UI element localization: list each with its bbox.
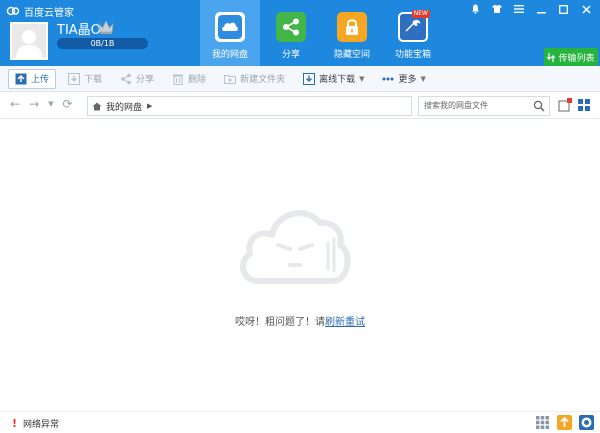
upgrade-icon[interactable] <box>557 415 572 430</box>
breadcrumb-path[interactable]: 我的网盘 <box>106 100 142 113</box>
maximize-icon[interactable] <box>552 1 574 17</box>
forward-arrow-icon[interactable]: → <box>29 97 39 111</box>
apps-grid-icon[interactable] <box>535 415 550 430</box>
history-dropdown-icon[interactable]: ▼ <box>48 100 53 108</box>
new-item-icon[interactable] <box>558 98 572 112</box>
lock-icon <box>337 12 367 42</box>
network-status-text: 网络异常 <box>23 417 59 430</box>
speed-meter-icon[interactable] <box>579 415 594 430</box>
error-message: 哎呀！粗问题了！请刷新重试 <box>0 313 600 328</box>
back-arrow-icon[interactable]: ← <box>10 97 20 111</box>
menu-icon[interactable] <box>508 1 530 17</box>
view-toggles <box>558 98 596 112</box>
refresh-retry-link[interactable]: 刷新重试 <box>325 317 365 328</box>
offline-download-label: 离线下载 <box>319 72 355 85</box>
new-folder-label: 新建文件夹 <box>240 72 285 85</box>
transfer-icon <box>547 53 555 62</box>
toolbar: 上传 下载 分享 删除 新建文件夹 离线下载 ▼ 更多 ▼ <box>0 66 600 92</box>
upload-label: 上传 <box>31 72 49 85</box>
breadcrumb[interactable]: 我的网盘 ▶ <box>87 96 412 116</box>
share-icon <box>276 12 306 42</box>
share-button[interactable]: 分享 <box>114 69 160 89</box>
search-icon[interactable] <box>533 100 545 112</box>
vip-crown-icon[interactable] <box>97 19 115 35</box>
status-bar-icons <box>528 415 594 430</box>
avatar[interactable] <box>10 22 48 60</box>
sad-cloud-icon <box>236 199 354 285</box>
warning-icon: ! <box>12 417 17 430</box>
status-bar: ! 网络异常 <box>0 411 600 433</box>
search-input[interactable]: 搜索我的网盘文件 <box>418 96 550 116</box>
window-controls <box>464 1 598 17</box>
share-label: 分享 <box>136 72 154 85</box>
delete-label: 删除 <box>188 72 206 85</box>
app-title-text: 百度云管家 <box>24 4 74 19</box>
chevron-down-icon: ▼ <box>421 75 426 83</box>
trash-icon <box>172 73 184 85</box>
tab-share[interactable]: 分享 <box>261 0 321 66</box>
tab-my-drive-label: 我的网盘 <box>212 47 248 60</box>
delete-button[interactable]: 删除 <box>166 69 212 89</box>
tab-my-drive[interactable]: 我的网盘 <box>200 0 260 66</box>
bell-icon[interactable] <box>464 1 486 17</box>
error-text: 哎呀！粗问题了！请 <box>235 317 325 328</box>
minimize-icon[interactable] <box>530 1 552 17</box>
skin-icon[interactable] <box>486 1 508 17</box>
username[interactable]: TIA晶O <box>57 19 101 38</box>
cloud-drive-icon <box>215 12 245 42</box>
offline-download-icon <box>303 73 315 85</box>
download-icon <box>68 73 80 85</box>
download-label: 下载 <box>84 72 102 85</box>
history-nav: ← → ▼ ⟳ <box>10 97 82 111</box>
tab-hidden-space-label: 隐藏空间 <box>334 47 370 60</box>
new-folder-button[interactable]: 新建文件夹 <box>218 69 291 89</box>
storage-usage-bar: 0B/1B <box>57 38 148 49</box>
more-button[interactable]: 更多 ▼ <box>376 69 431 89</box>
new-badge: NEW <box>412 10 430 18</box>
new-folder-icon <box>224 73 236 85</box>
refresh-icon[interactable]: ⟳ <box>63 97 73 111</box>
home-icon <box>92 102 102 111</box>
address-row: ← → ▼ ⟳ 我的网盘 ▶ 搜索我的网盘文件 <box>0 93 600 119</box>
header-bar: 百度云管家 TIA晶O 0B/1B <box>0 0 600 66</box>
tab-toolbox-label: 功能宝箱 <box>395 47 431 60</box>
breadcrumb-arrow-icon[interactable]: ▶ <box>147 102 152 110</box>
network-status[interactable]: ! 网络异常 <box>12 417 59 430</box>
toolbox-icon: NEW <box>398 12 428 42</box>
upload-icon <box>15 73 27 85</box>
grid-view-icon[interactable] <box>577 98 591 112</box>
app-title: 百度云管家 <box>6 3 74 19</box>
tab-share-label: 分享 <box>282 47 300 60</box>
transfer-list-button[interactable]: 传输列表 <box>544 48 598 66</box>
more-label: 更多 <box>398 72 416 85</box>
transfer-list-label: 传输列表 <box>558 51 594 64</box>
download-button[interactable]: 下载 <box>62 69 108 89</box>
search-placeholder: 搜索我的网盘文件 <box>424 101 488 110</box>
share-small-icon <box>120 73 132 85</box>
more-dots-icon <box>382 73 394 85</box>
default-avatar-icon <box>12 24 46 58</box>
offline-download-button[interactable]: 离线下载 ▼ <box>297 69 370 89</box>
tab-hidden-space[interactable]: 隐藏空间 <box>322 0 382 66</box>
baidu-cloud-logo-icon <box>6 5 20 17</box>
main-nav: 我的网盘 分享 隐藏空间 <box>200 0 444 66</box>
close-icon[interactable] <box>574 1 598 17</box>
tab-toolbox[interactable]: NEW 功能宝箱 <box>383 0 443 66</box>
upload-button[interactable]: 上传 <box>8 69 56 89</box>
chevron-down-icon: ▼ <box>359 75 364 83</box>
